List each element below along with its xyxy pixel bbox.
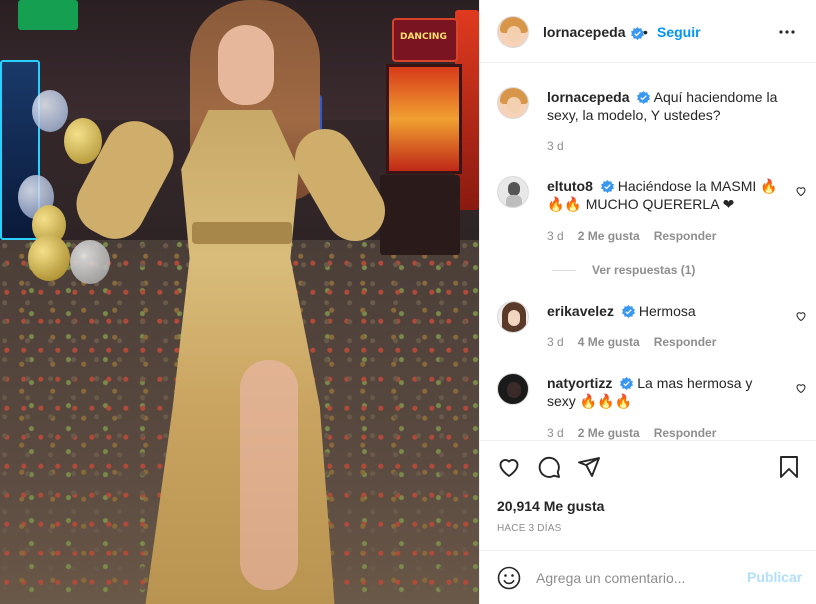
post-image[interactable]: DANCING	[0, 0, 479, 604]
follow-button[interactable]: Seguir	[657, 24, 701, 40]
more-options-icon[interactable]	[778, 24, 796, 40]
share-icon[interactable]	[577, 455, 601, 479]
comment-time[interactable]: 3 d	[547, 229, 564, 243]
comment-username[interactable]: natyortizz	[547, 375, 612, 391]
reply-button[interactable]: Responder	[654, 426, 717, 440]
caption-meta: 3 d	[547, 139, 564, 153]
comment-likes[interactable]: 2 Me gusta	[578, 229, 640, 243]
belt	[192, 222, 292, 244]
post-details-panel: lornacepeda • Seguir lornacepeda Aquí ha…	[479, 0, 816, 604]
post-actions: 20,914 Me gusta HACE 3 DÍAS	[480, 440, 816, 550]
dancing-sign: DANCING	[392, 18, 458, 62]
commenter-avatar[interactable]	[497, 301, 529, 333]
author-avatar[interactable]	[497, 16, 529, 48]
view-replies-button[interactable]: Ver respuestas (1)	[552, 263, 695, 277]
like-comment-heart-icon[interactable]	[795, 382, 807, 394]
post-date[interactable]: HACE 3 DÍAS	[497, 523, 561, 534]
author-avatar[interactable]	[497, 87, 529, 119]
comment-text: erikavelez Hermosa	[547, 302, 779, 320]
replies-divider	[552, 269, 576, 271]
comment-time[interactable]: 3 d	[547, 335, 564, 349]
comment-icon[interactable]	[537, 455, 561, 479]
comment-meta: 3 d 2 Me gusta Responder	[547, 426, 716, 440]
comments-list[interactable]: lornacepeda Aquí haciendome la sexy, la …	[480, 64, 816, 440]
comment-username[interactable]: eltuto8	[547, 178, 593, 194]
commenter-avatar[interactable]	[497, 373, 529, 405]
header-separator: •	[643, 24, 648, 40]
face	[218, 25, 274, 105]
post-header: lornacepeda • Seguir	[480, 0, 816, 63]
comment-text: natyortizz La mas hermosa y sexy 🔥🔥🔥	[547, 374, 779, 410]
caption-text: lornacepeda Aquí haciendome la sexy, la …	[547, 88, 779, 124]
view-replies-label: Ver respuestas (1)	[592, 263, 696, 277]
like-comment-heart-icon[interactable]	[795, 185, 807, 197]
comment-username[interactable]: erikavelez	[547, 303, 614, 319]
emoji-icon[interactable]	[497, 566, 521, 590]
add-comment-bar: Publicar	[480, 550, 816, 604]
post-comment-button[interactable]: Publicar	[747, 569, 802, 585]
commenter-avatar[interactable]	[497, 176, 529, 208]
slot-machine-base	[380, 175, 460, 255]
dancing-sign-text: DANCING	[400, 32, 447, 42]
caption-time[interactable]: 3 d	[547, 139, 564, 153]
likes-count[interactable]: 20,914 Me gusta	[497, 498, 604, 514]
verified-badge-icon	[620, 377, 634, 390]
verified-badge-icon	[621, 305, 635, 318]
comment-text: eltuto8 Haciéndose la MASMI 🔥🔥🔥 MUCHO QU…	[547, 177, 779, 213]
comment-likes[interactable]: 2 Me gusta	[578, 426, 640, 440]
left-arm	[65, 110, 185, 250]
comment-body: Hermosa	[638, 303, 696, 319]
author-username[interactable]: lornacepeda	[543, 24, 625, 40]
comment-input[interactable]	[536, 567, 736, 589]
bookmark-icon[interactable]	[777, 455, 801, 479]
slot-screen	[386, 64, 462, 174]
heart-icon[interactable]	[497, 455, 521, 479]
comment-likes[interactable]: 4 Me gusta	[578, 335, 640, 349]
comment-meta: 3 d 2 Me gusta Responder	[547, 229, 716, 243]
verified-badge-icon	[637, 91, 651, 104]
model-figure	[40, 0, 396, 604]
comment-meta: 3 d 4 Me gusta Responder	[547, 335, 716, 349]
caption-username[interactable]: lornacepeda	[547, 89, 629, 105]
leg	[240, 360, 298, 590]
reply-button[interactable]: Responder	[654, 229, 717, 243]
verified-badge-icon	[600, 180, 614, 193]
comment-time[interactable]: 3 d	[547, 426, 564, 440]
like-comment-heart-icon[interactable]	[795, 310, 807, 322]
reply-button[interactable]: Responder	[654, 335, 717, 349]
